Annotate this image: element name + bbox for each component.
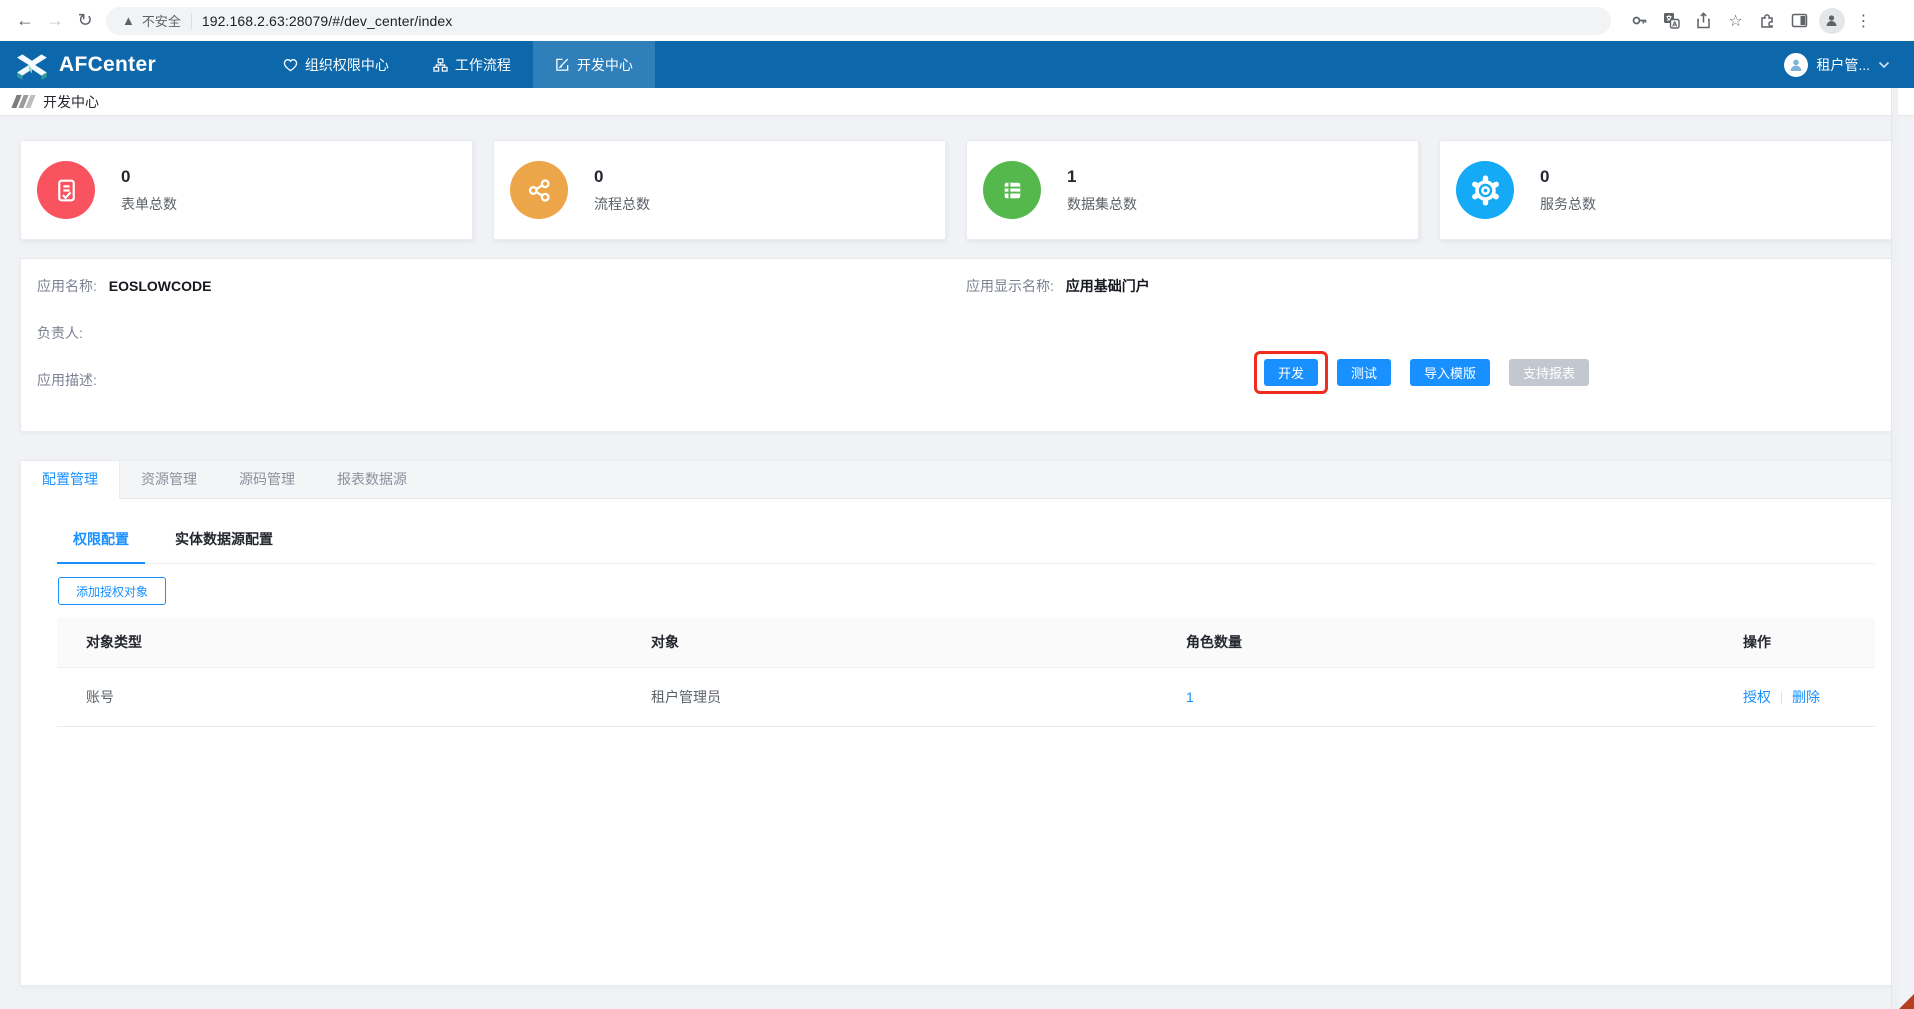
breadcrumb-slashes-icon	[14, 95, 33, 108]
address-divider	[191, 13, 192, 29]
edit-square-icon	[555, 57, 570, 72]
col-actions: 操作	[1714, 618, 1875, 667]
table-header-row: 对象类型 对象 角色数量 操作	[57, 618, 1875, 667]
page-scrollbar[interactable]	[1891, 88, 1898, 1009]
app-owner-label: 负责人:	[37, 325, 83, 341]
not-secure-warning-icon[interactable]: ▲	[122, 13, 135, 28]
browser-reload-icon[interactable]: ↻	[70, 10, 100, 31]
stat-card-services: 0 服务总数	[1439, 140, 1892, 240]
app-display-name-label: 应用显示名称:	[966, 278, 1054, 294]
support-report-button[interactable]: 支持报表	[1509, 359, 1589, 386]
cell-object-type: 账号	[57, 667, 622, 726]
action-divider	[1781, 691, 1782, 704]
stat-card-datasets: 1 数据集总数	[966, 140, 1419, 240]
heart-icon	[283, 58, 298, 72]
browser-forward-icon[interactable]: →	[40, 10, 70, 31]
menu-item-workflow[interactable]: 工作流程	[411, 41, 533, 88]
develop-button[interactable]: 开发	[1264, 359, 1318, 386]
stat-value: 0	[121, 167, 177, 187]
translate-icon[interactable]	[1657, 6, 1686, 35]
browser-profile-avatar[interactable]	[1817, 6, 1846, 35]
share-nodes-icon	[510, 161, 568, 219]
tab-content: 权限配置 实体数据源配置 添加授权对象 对象类型 对象 角色数量 操作 账号	[21, 499, 1891, 727]
table-row: 账号 租户管理员 1 授权 删除	[57, 667, 1875, 726]
app-logo[interactable]: AFCenter	[16, 48, 156, 82]
main-tabs: 配置管理 资源管理 源码管理 报表数据源	[21, 461, 1891, 499]
gear-icon	[1456, 161, 1514, 219]
stat-label: 流程总数	[594, 194, 650, 214]
import-template-button[interactable]: 导入模版	[1410, 359, 1490, 386]
user-name: 租户管...	[1816, 55, 1870, 75]
app-name-value: EOSLOWCODE	[109, 278, 212, 294]
stat-value: 1	[1067, 167, 1137, 187]
browser-toolbar: ← → ↻ ▲ 不安全 192.168.2.63:28079/#/dev_cen…	[0, 0, 1914, 41]
form-icon	[37, 161, 95, 219]
role-count-link[interactable]: 1	[1186, 689, 1194, 705]
user-avatar-icon	[1784, 53, 1808, 77]
menu-item-org-permission[interactable]: 组织权限中心	[261, 41, 411, 88]
stat-card-forms: 0 表单总数	[20, 140, 473, 240]
sub-tabs: 权限配置 实体数据源配置	[57, 523, 1875, 564]
url-text[interactable]: 192.168.2.63:28079/#/dev_center/index	[202, 13, 452, 29]
auth-table: 对象类型 对象 角色数量 操作 账号 租户管理员 1 授权 删除	[57, 618, 1875, 727]
cell-object: 租户管理员	[622, 667, 1157, 726]
stat-label: 表单总数	[121, 194, 177, 214]
subtab-entity-datasource-config[interactable]: 实体数据源配置	[159, 523, 289, 563]
breadcrumb-title: 开发中心	[43, 92, 99, 112]
extensions-puzzle-icon[interactable]	[1753, 6, 1782, 35]
chevron-down-icon	[1878, 61, 1890, 69]
app-display-name-value: 应用基础门户	[1066, 278, 1150, 294]
col-object-type: 对象类型	[57, 618, 622, 667]
col-role-count: 角色数量	[1157, 618, 1714, 667]
app-name-label: 应用名称:	[37, 278, 97, 294]
tab-report-datasource[interactable]: 报表数据源	[316, 461, 428, 498]
app-info-panel: 应用名称: EOSLOWCODE 应用显示名称: 应用基础门户 负责人: 应用描…	[20, 258, 1892, 432]
breadcrumb: 开发中心	[0, 88, 1914, 116]
stat-cards: 0 表单总数 0 流程总数 1 数据集总数	[20, 140, 1892, 240]
app-header: AFCenter 组织权限中心 工作流程 开发中心 租户管...	[0, 41, 1914, 88]
workflow-icon	[433, 58, 448, 72]
app-actions: 开发 测试 导入模版 支持报表	[1264, 359, 1589, 386]
menu-item-dev-center[interactable]: 开发中心	[533, 41, 655, 88]
authorize-link[interactable]: 授权	[1743, 689, 1771, 705]
app-description-label: 应用描述:	[37, 372, 97, 388]
not-secure-label[interactable]: 不安全	[142, 11, 181, 30]
address-bar[interactable]: ▲ 不安全 192.168.2.63:28079/#/dev_center/in…	[106, 7, 1611, 35]
bookmark-star-icon[interactable]: ☆	[1721, 6, 1750, 35]
stat-card-flows: 0 流程总数	[493, 140, 946, 240]
dataset-table-icon	[983, 161, 1041, 219]
main-menu: 组织权限中心 工作流程 开发中心	[261, 41, 655, 88]
menu-label: 组织权限中心	[305, 55, 389, 75]
add-auth-object-button[interactable]: 添加授权对象	[58, 577, 166, 605]
menu-label: 工作流程	[455, 55, 511, 75]
stat-value: 0	[1540, 167, 1596, 187]
corner-marker	[1899, 994, 1914, 1009]
tab-resource-management[interactable]: 资源管理	[120, 461, 218, 498]
browser-back-icon[interactable]: ←	[10, 10, 40, 31]
afcenter-logo-icon	[16, 48, 50, 82]
menu-label: 开发中心	[577, 55, 633, 75]
share-export-icon[interactable]	[1689, 6, 1718, 35]
stat-label: 数据集总数	[1067, 194, 1137, 214]
password-key-icon[interactable]	[1625, 6, 1654, 35]
stat-label: 服务总数	[1540, 194, 1596, 214]
user-menu[interactable]: 租户管...	[1784, 53, 1890, 77]
test-button[interactable]: 测试	[1337, 359, 1391, 386]
management-panel: 配置管理 资源管理 源码管理 报表数据源 权限配置 实体数据源配置 添加授权对象…	[20, 460, 1892, 986]
stat-value: 0	[594, 167, 650, 187]
browser-menu-icon[interactable]: ⋮	[1849, 6, 1878, 35]
tab-source-management[interactable]: 源码管理	[218, 461, 316, 498]
brand-name: AFCenter	[59, 53, 156, 77]
col-object: 对象	[622, 618, 1157, 667]
page-content: 0 表单总数 0 流程总数 1 数据集总数	[0, 116, 1914, 1009]
tab-config-management[interactable]: 配置管理	[21, 461, 120, 499]
side-panel-icon[interactable]	[1785, 6, 1814, 35]
delete-link[interactable]: 删除	[1792, 689, 1820, 705]
subtab-permission-config[interactable]: 权限配置	[57, 523, 145, 564]
